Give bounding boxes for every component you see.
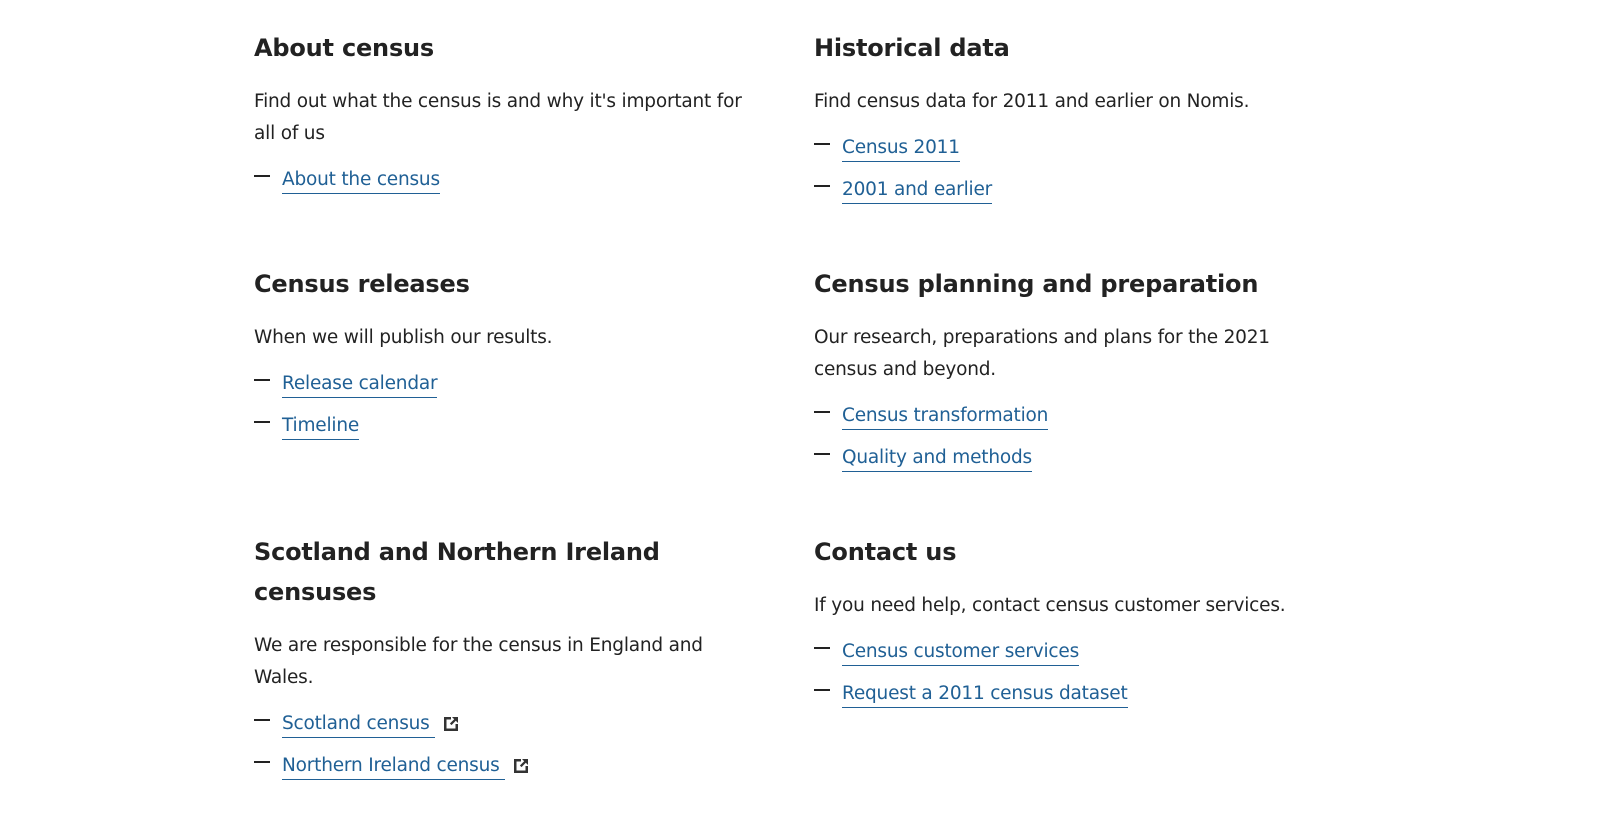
2001-and-earlier-link[interactable]: 2001 and earlier bbox=[842, 177, 992, 204]
request-2011-census-dataset-link[interactable]: Request a 2011 census dataset bbox=[842, 681, 1128, 708]
list-item: Timeline bbox=[254, 410, 754, 442]
link-list: Census transformation Quality and method… bbox=[814, 400, 1314, 474]
list-item: Census customer services bbox=[814, 636, 1314, 668]
section-description: Find census data for 2011 and earlier on… bbox=[814, 91, 1250, 112]
dash-icon bbox=[814, 678, 842, 710]
section-historical-data: Historical data Find census data for 201… bbox=[814, 28, 1314, 216]
dash-icon bbox=[814, 132, 842, 164]
section-heading: Contact us bbox=[814, 538, 957, 566]
dash-icon bbox=[254, 750, 282, 782]
section-heading: Historical data bbox=[814, 34, 1010, 62]
section-census-releases: Census releases When we will publish our… bbox=[254, 264, 754, 484]
link-list: Release calendar Timeline bbox=[254, 368, 754, 442]
section-description: Find out what the census is and why it's… bbox=[254, 91, 742, 144]
timeline-link[interactable]: Timeline bbox=[282, 413, 359, 440]
release-calendar-link[interactable]: Release calendar bbox=[282, 371, 438, 398]
dash-icon bbox=[814, 174, 842, 206]
section-about-census: About census Find out what the census is… bbox=[254, 28, 754, 216]
list-item: Scotland census bbox=[254, 708, 754, 740]
external-link-icon[interactable] bbox=[441, 714, 461, 734]
census-customer-services-link[interactable]: Census customer services bbox=[842, 639, 1079, 666]
section-description: Our research, preparations and plans for… bbox=[814, 327, 1270, 380]
link-list: Census customer services Request a 2011 … bbox=[814, 636, 1314, 710]
list-item: About the census bbox=[254, 164, 754, 196]
list-item: Quality and methods bbox=[814, 442, 1314, 474]
section-heading: Scotland and Northern Ireland censuses bbox=[254, 538, 660, 606]
section-heading: Census planning and preparation bbox=[814, 270, 1259, 298]
dash-icon bbox=[254, 164, 282, 196]
section-census-planning: Census planning and preparation Our rese… bbox=[814, 264, 1314, 484]
link-list: Scotland census Northern Ireland census bbox=[254, 708, 754, 782]
section-scotland-ni-censuses: Scotland and Northern Ireland censuses W… bbox=[254, 532, 754, 792]
list-item: Request a 2011 census dataset bbox=[814, 678, 1314, 710]
quality-and-methods-link[interactable]: Quality and methods bbox=[842, 445, 1032, 472]
link-label: Scotland census bbox=[282, 712, 430, 734]
dash-icon bbox=[254, 368, 282, 400]
census-transformation-link[interactable]: Census transformation bbox=[842, 403, 1048, 430]
about-the-census-link[interactable]: About the census bbox=[282, 167, 440, 194]
section-description: We are responsible for the census in Eng… bbox=[254, 635, 703, 688]
link-label: Northern Ireland census bbox=[282, 754, 500, 776]
link-list: Census 2011 2001 and earlier bbox=[814, 132, 1314, 206]
list-item: Northern Ireland census bbox=[254, 750, 754, 782]
northern-ireland-census-link[interactable]: Northern Ireland census bbox=[282, 753, 506, 780]
dash-icon bbox=[254, 708, 282, 740]
dash-icon bbox=[814, 400, 842, 432]
list-item: Release calendar bbox=[254, 368, 754, 400]
external-link-icon[interactable] bbox=[511, 756, 531, 776]
list-item: 2001 and earlier bbox=[814, 174, 1314, 206]
dash-icon bbox=[814, 636, 842, 668]
section-heading: Census releases bbox=[254, 270, 470, 298]
section-description: If you need help, contact census custome… bbox=[814, 595, 1286, 616]
census-sections-grid: About census Find out what the census is… bbox=[254, 28, 1314, 840]
section-contact-us: Contact us If you need help, contact cen… bbox=[814, 532, 1314, 792]
section-description: When we will publish our results. bbox=[254, 327, 553, 348]
dash-icon bbox=[814, 442, 842, 474]
list-item: Census 2011 bbox=[814, 132, 1314, 164]
dash-icon bbox=[254, 410, 282, 442]
link-list: About the census bbox=[254, 164, 754, 196]
section-heading: About census bbox=[254, 34, 435, 62]
scotland-census-link[interactable]: Scotland census bbox=[282, 711, 436, 738]
census-2011-link[interactable]: Census 2011 bbox=[842, 135, 960, 162]
list-item: Census transformation bbox=[814, 400, 1314, 432]
